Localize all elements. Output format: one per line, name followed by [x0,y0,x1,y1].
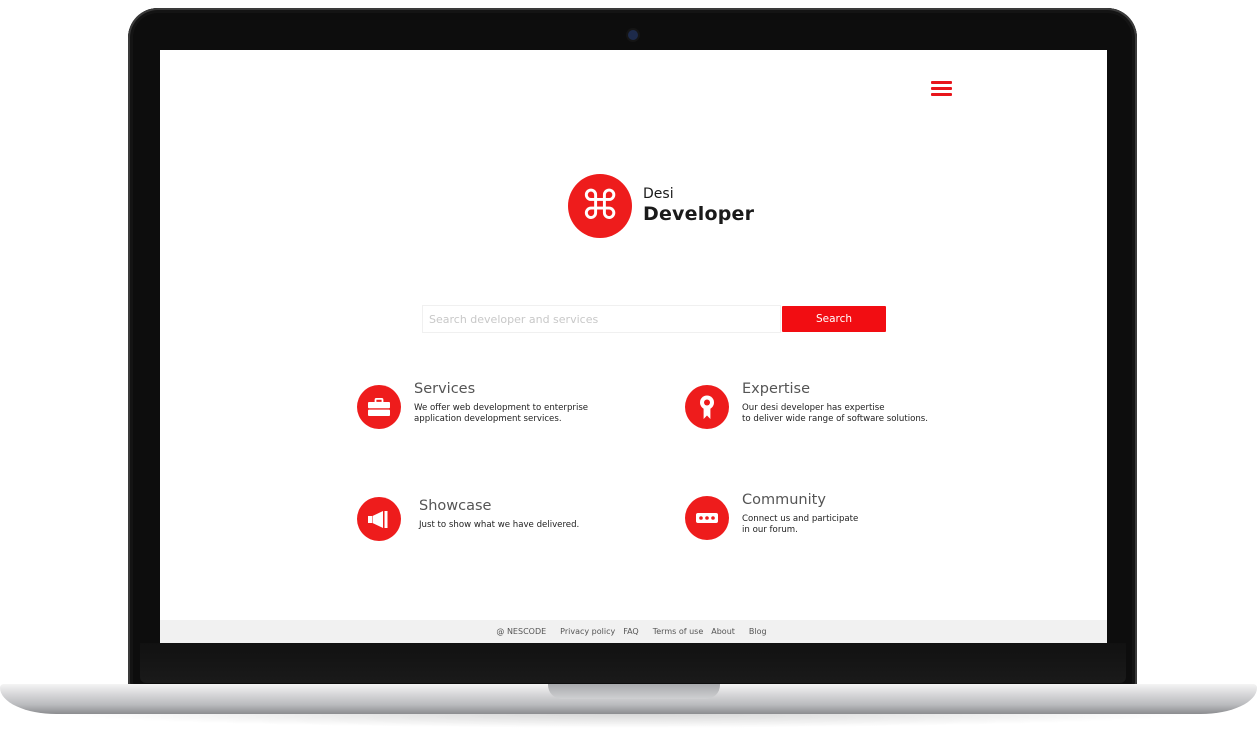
feature-body: Community Connect us and participate in … [742,491,858,536]
brand-name-top: Desi [643,186,674,202]
menu-bar-line [931,81,952,84]
laptop-shadow [40,712,1217,728]
feature-description: We offer web development to enterprise a… [414,403,589,424]
footer-link-faq[interactable]: FAQ [623,627,639,636]
brand-name-bottom: Developer [643,203,755,225]
webcam [628,30,638,40]
search-input[interactable] [422,305,781,333]
feature-services[interactable]: Services We offer web development to ent… [357,380,588,429]
footer-copyright: @ NESCODE [496,627,547,636]
award-icon [685,385,729,429]
feature-body: Showcase Just to show what we have deliv… [419,497,579,531]
menu-bar-line [931,87,952,90]
feature-body: Services We offer web development to ent… [414,380,588,425]
megaphone-icon [357,497,401,541]
footer: @ NESCODE Privacy policy FAQ Terms of us… [160,620,1107,643]
chat-bubble-icon [685,496,729,540]
menu-bar-line [931,93,952,96]
laptop-bezel-bottom [140,643,1126,683]
feature-community[interactable]: Community Connect us and participate in … [685,491,858,540]
feature-title: Showcase [419,498,492,514]
laptop-opening-notch [548,684,720,699]
briefcase-icon [357,385,401,429]
feature-description: Connect us and participate in our forum. [742,514,859,535]
feature-body: Expertise Our desi developer has experti… [742,380,928,425]
feature-title: Expertise [742,381,811,397]
feature-description: Our desi developer has expertise to deli… [742,403,929,424]
brand-logo[interactable]: ⌘ Desi Developer [568,174,754,238]
feature-expertise[interactable]: Expertise Our desi developer has experti… [685,380,928,429]
brand-name: Desi Developer [643,186,754,226]
feature-description: Just to show what we have delivered. [419,520,580,530]
footer-link-terms-of-use[interactable]: Terms of use [653,627,704,636]
hamburger-menu-icon[interactable] [931,81,952,96]
search-button[interactable]: Search [782,306,886,332]
search-bar: Search [422,305,886,333]
command-icon: ⌘ [568,174,632,238]
feature-title: Community [742,492,826,508]
feature-title: Services [414,381,476,397]
website-screen: ⌘ Desi Developer Search Services We offe… [160,50,1107,643]
footer-link-blog[interactable]: Blog [749,627,767,636]
feature-showcase[interactable]: Showcase Just to show what we have deliv… [357,497,579,541]
footer-link-privacy-policy[interactable]: Privacy policy [560,627,615,636]
footer-link-about[interactable]: About [711,627,735,636]
